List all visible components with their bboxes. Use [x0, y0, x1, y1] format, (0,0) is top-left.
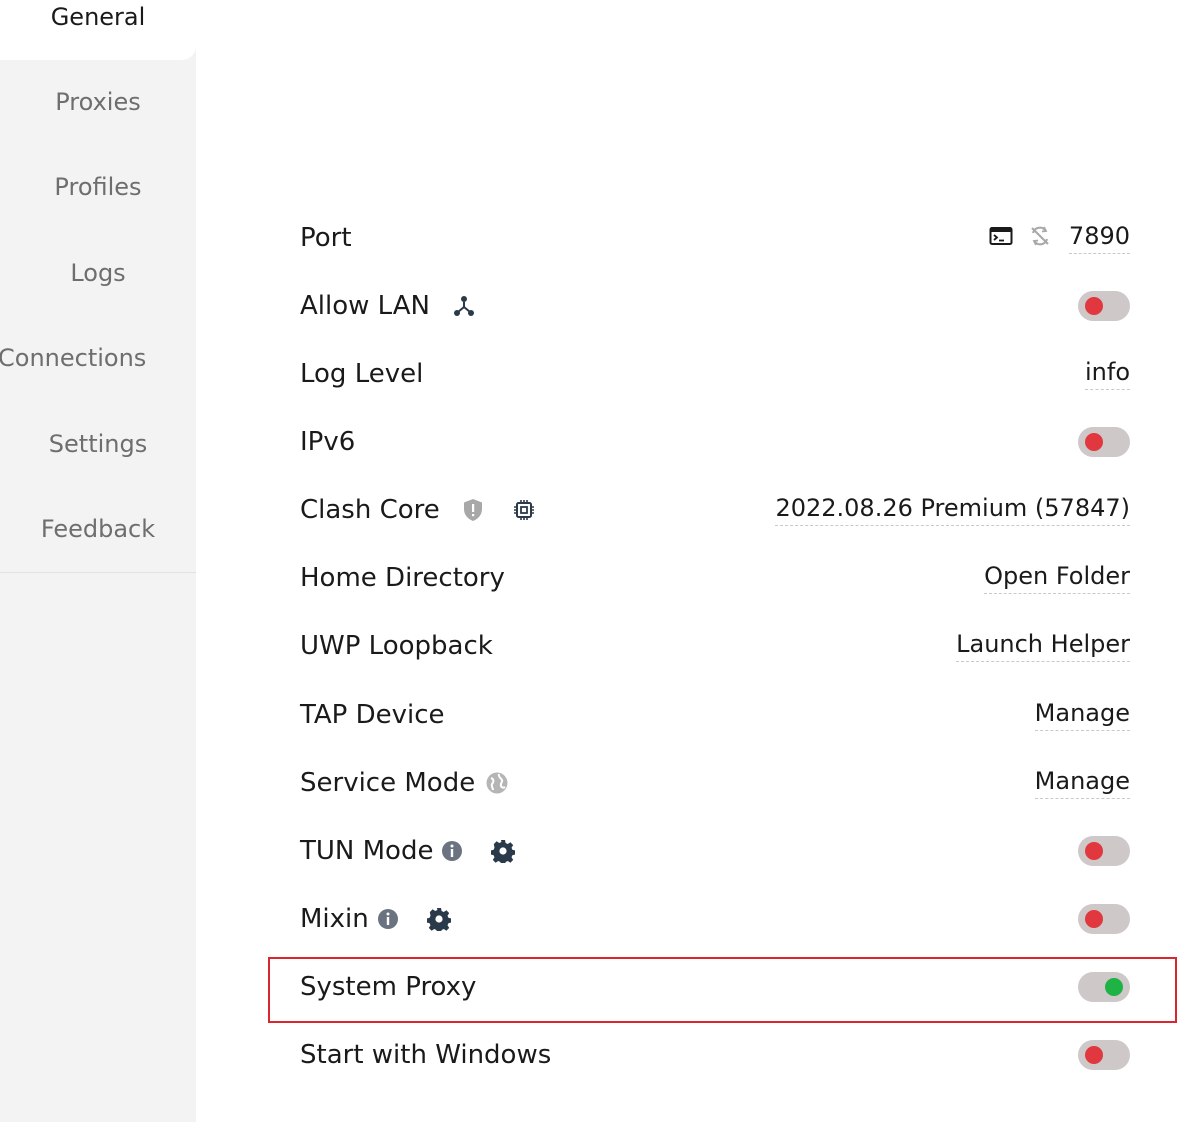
globe-icon: [485, 771, 509, 795]
tap-manage-link[interactable]: Manage: [1034, 699, 1130, 731]
toggle-knob: [1085, 297, 1103, 315]
start-with-windows-toggle[interactable]: [1078, 1040, 1130, 1070]
sidebar-item-label: Proxies: [55, 88, 141, 116]
setting-row-clash-core: Clash Core 2022.08.26 Premium (57847): [300, 480, 1130, 540]
sidebar-item-label: Feedback: [40, 515, 156, 543]
setting-row-tun-mode: TUN Mode: [300, 821, 1130, 881]
gear-icon[interactable]: [426, 907, 451, 931]
setting-label: Log Level: [300, 359, 424, 389]
sidebar-item-settings[interactable]: Settings: [0, 404, 196, 484]
setting-label: System Proxy: [300, 972, 477, 1002]
sidebar-divider: [0, 572, 196, 573]
setting-label: IPv6: [300, 427, 356, 457]
sidebar-item-label: Profiles: [54, 173, 142, 201]
open-folder-link[interactable]: Open Folder: [984, 562, 1130, 594]
setting-label: Clash Core: [300, 495, 440, 525]
chip-icon[interactable]: [512, 498, 536, 522]
setting-row-uwp-loopback: UWP Loopback Launch Helper: [300, 616, 1130, 676]
sidebar-item-label: General: [50, 3, 146, 31]
setting-label: TAP Device: [300, 700, 445, 730]
clash-core-version[interactable]: 2022.08.26 Premium (57847): [775, 494, 1130, 526]
setting-label: Service Mode: [300, 768, 476, 798]
setting-label: Port: [300, 223, 352, 253]
gear-icon[interactable]: [491, 839, 516, 863]
setting-row-system-proxy: System Proxy: [300, 957, 1130, 1017]
log-level-value[interactable]: info: [1084, 358, 1130, 390]
setting-row-home-directory: Home Directory Open Folder: [300, 548, 1130, 608]
system-proxy-toggle[interactable]: [1078, 972, 1130, 1002]
setting-label: Allow LAN: [300, 291, 430, 321]
toggle-knob: [1085, 842, 1103, 860]
setting-label: TUN Mode: [300, 836, 434, 866]
toggle-knob: [1105, 978, 1123, 996]
toggle-knob: [1085, 433, 1103, 451]
shield-icon[interactable]: [462, 498, 484, 522]
sidebar-item-label: Logs: [70, 259, 126, 287]
setting-row-start-with-windows: Start with Windows: [300, 1025, 1130, 1085]
sidebar-item-profiles[interactable]: Profiles: [0, 147, 196, 227]
terminal-icon[interactable]: [989, 226, 1013, 250]
sidebar-item-label: Settings: [48, 430, 148, 458]
sidebar-item-logs[interactable]: Logs: [0, 233, 196, 313]
port-value[interactable]: 7890: [1068, 222, 1130, 254]
launch-helper-link[interactable]: Launch Helper: [956, 630, 1130, 662]
service-manage-link[interactable]: Manage: [1034, 767, 1130, 799]
setting-row-tap-device: TAP Device Manage: [300, 685, 1130, 745]
allow-lan-toggle[interactable]: [1078, 291, 1130, 321]
sidebar-item-label: Connections: [0, 344, 147, 372]
setting-row-allow-lan: Allow LAN: [300, 276, 1130, 336]
toggle-knob: [1085, 910, 1103, 928]
sidebar-item-feedback[interactable]: Feedback: [0, 489, 196, 569]
setting-row-service-mode: Service Mode Manage: [300, 753, 1130, 813]
sidebar-item-proxies[interactable]: Proxies: [0, 62, 196, 142]
info-icon[interactable]: [441, 840, 463, 862]
setting-row-port: Port 7890: [300, 208, 1130, 268]
info-icon[interactable]: [377, 908, 399, 930]
setting-row-mixin: Mixin: [300, 889, 1130, 949]
ipv6-toggle[interactable]: [1078, 427, 1130, 457]
sidebar: General Proxies Profiles Logs Connection…: [0, 0, 196, 1122]
setting-row-ipv6: IPv6: [300, 412, 1130, 472]
tun-mode-toggle[interactable]: [1078, 836, 1130, 866]
setting-row-log-level: Log Level info: [300, 344, 1130, 404]
setting-label: Mixin: [300, 904, 369, 934]
setting-label: Start with Windows: [300, 1040, 552, 1070]
setting-label: UWP Loopback: [300, 631, 493, 661]
toggle-knob: [1085, 1046, 1103, 1064]
lan-icon: [452, 294, 476, 318]
setting-label: Home Directory: [300, 563, 505, 593]
network-sync-off-icon[interactable]: [1029, 225, 1051, 251]
sidebar-item-general[interactable]: General: [0, 0, 196, 57]
mixin-toggle[interactable]: [1078, 904, 1130, 934]
sidebar-item-connections[interactable]: Connections: [0, 318, 194, 398]
